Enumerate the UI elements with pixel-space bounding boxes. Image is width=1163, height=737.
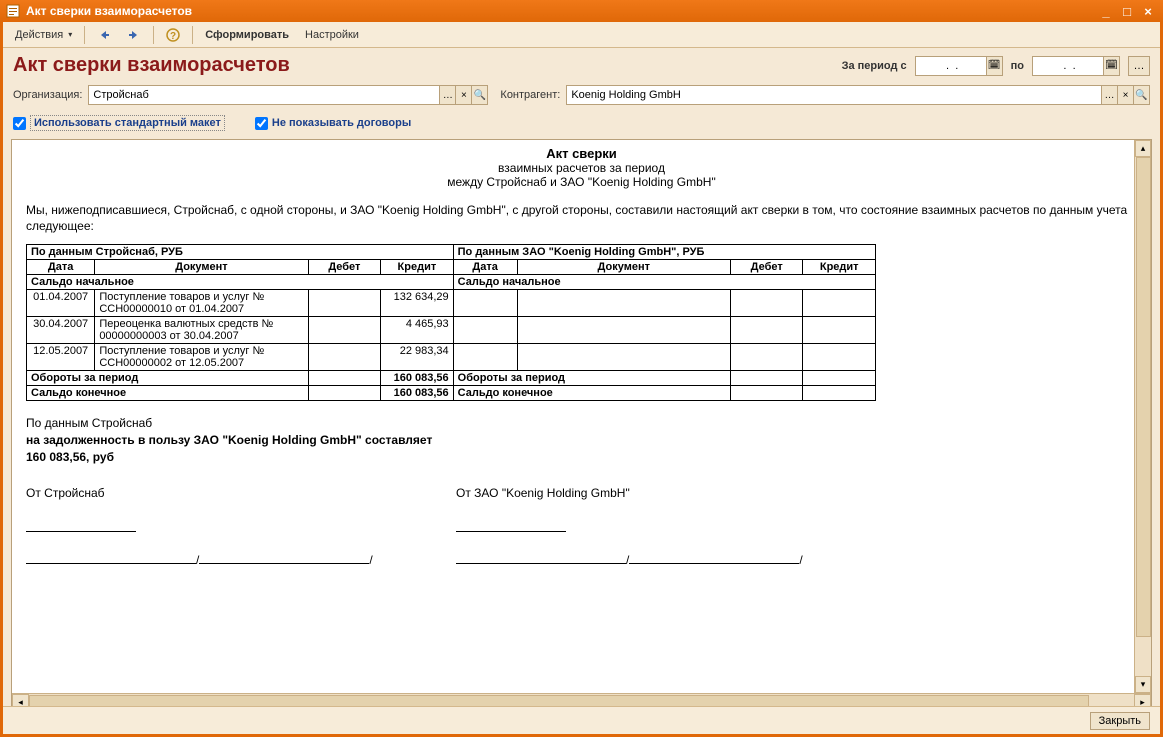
nav-forward-button[interactable] xyxy=(121,26,147,44)
doc-title: Акт сверки xyxy=(26,146,1137,161)
minimize-button[interactable]: _ xyxy=(1097,4,1115,19)
counterparty-field: … × 🔍 xyxy=(566,85,1150,105)
hide-contracts-checkbox[interactable]: Не показывать договоры xyxy=(255,117,411,130)
arrow-forward-icon xyxy=(127,28,141,42)
separator xyxy=(192,26,193,44)
col-debit-2: Дебет xyxy=(730,260,803,275)
turnover-2: Обороты за период xyxy=(453,371,730,386)
sign-name-line: // xyxy=(26,550,456,567)
scroll-up-icon[interactable]: ▴ xyxy=(1135,140,1151,157)
titlebar: Акт сверки взаиморасчетов _ □ × xyxy=(0,0,1163,22)
date-to-field: 🗓 xyxy=(1032,56,1120,76)
page-title: Акт сверки взаиморасчетов xyxy=(13,54,834,77)
org-field: … × 🔍 xyxy=(88,85,488,105)
period-from-label: За период с xyxy=(842,60,907,72)
footer: Закрыть xyxy=(3,706,1160,734)
signatures: От Стройснаб // От ЗАО "Koenig Holding G… xyxy=(26,486,1137,567)
more-button[interactable]: … xyxy=(1128,56,1150,76)
group-header-1: По данным Стройснаб, РУБ xyxy=(27,245,454,260)
counterparty-label: Контрагент: xyxy=(500,89,560,101)
org-label: Организация: xyxy=(13,89,82,101)
document-body[interactable]: Акт сверки взаимных расчетов за период м… xyxy=(12,140,1151,710)
window-title: Акт сверки взаиморасчетов xyxy=(26,4,192,18)
actions-menu[interactable]: Действия▾ xyxy=(9,27,78,43)
select-more-icon[interactable]: … xyxy=(1101,86,1117,104)
saldo-end-1: Сальдо конечное xyxy=(27,386,309,401)
post-text: По данным Стройснаб на задолженность в п… xyxy=(26,415,1137,465)
date-to-input[interactable] xyxy=(1033,57,1103,75)
select-more-icon[interactable]: … xyxy=(439,86,455,104)
hide-contracts-input[interactable] xyxy=(255,117,268,130)
period-to-label: по xyxy=(1011,60,1024,72)
help-button[interactable]: ? xyxy=(160,26,186,44)
col-date-1: Дата xyxy=(27,260,95,275)
reconciliation-table: По данным Стройснаб, РУБ По данным ЗАО "… xyxy=(26,244,876,401)
hide-contracts-label: Не показывать договоры xyxy=(272,117,411,129)
scroll-thumb[interactable] xyxy=(1136,157,1151,637)
saldo-end-2: Сальдо конечное xyxy=(453,386,730,401)
scroll-down-icon[interactable]: ▾ xyxy=(1135,676,1151,693)
date-from-field: 🗓 xyxy=(915,56,1003,76)
sign-line xyxy=(456,514,566,532)
close-window-button[interactable]: × xyxy=(1139,4,1157,19)
doc-subtitle-1: взаимных расчетов за период xyxy=(26,161,1137,175)
sign-from-2: От ЗАО "Koenig Holding GmbH" xyxy=(456,486,886,500)
separator xyxy=(153,26,154,44)
sign-line xyxy=(26,514,136,532)
col-doc-2: Документ xyxy=(517,260,730,275)
form-button[interactable]: Сформировать xyxy=(199,27,295,43)
org-input[interactable] xyxy=(89,86,439,104)
nav-back-button[interactable] xyxy=(91,26,117,44)
doc-intro: Мы, нижеподписавшиеся, Стройснаб, с одно… xyxy=(26,203,1137,234)
chevron-down-icon: ▾ xyxy=(68,30,72,39)
search-icon[interactable]: 🔍 xyxy=(471,86,487,104)
use-standard-input[interactable] xyxy=(13,117,26,130)
search-icon[interactable]: 🔍 xyxy=(1133,86,1149,104)
svg-text:?: ? xyxy=(170,31,176,42)
use-standard-checkbox[interactable]: Использовать стандартный макет xyxy=(13,115,225,131)
app-icon xyxy=(6,4,20,18)
counterparty-input[interactable] xyxy=(567,86,1101,104)
separator xyxy=(84,26,85,44)
doc-subtitle-2: между Стройснаб и ЗАО "Koenig Holding Gm… xyxy=(26,175,1137,189)
vertical-scrollbar[interactable]: ▴ ▾ xyxy=(1134,140,1151,693)
col-credit-1: Кредит xyxy=(381,260,454,275)
close-button[interactable]: Закрыть xyxy=(1090,712,1150,730)
calendar-icon[interactable]: 🗓 xyxy=(986,57,1002,75)
sign-from-1: От Стройснаб xyxy=(26,486,456,500)
toolbar: Действия▾ ? Сформировать Настройки xyxy=(3,22,1160,48)
help-icon: ? xyxy=(166,28,180,42)
col-debit-1: Дебет xyxy=(308,260,381,275)
date-from-input[interactable] xyxy=(916,57,986,75)
calendar-icon[interactable]: 🗓 xyxy=(1103,57,1119,75)
table-row: 30.04.2007 Переоценка валютных средств №… xyxy=(27,317,876,344)
col-date-2: Дата xyxy=(453,260,517,275)
clear-icon[interactable]: × xyxy=(455,86,471,104)
maximize-button[interactable]: □ xyxy=(1118,4,1136,19)
saldo-start-2: Сальдо начальное xyxy=(453,275,875,290)
col-credit-2: Кредит xyxy=(803,260,876,275)
clear-icon[interactable]: × xyxy=(1117,86,1133,104)
col-doc-1: Документ xyxy=(95,260,308,275)
arrow-back-icon xyxy=(97,28,111,42)
sign-name-line: // xyxy=(456,550,886,567)
group-header-2: По данным ЗАО "Koenig Holding GmbH", РУБ xyxy=(453,245,875,260)
table-row: 01.04.2007 Поступление товаров и услуг №… xyxy=(27,290,876,317)
document-viewport: Акт сверки взаимных расчетов за период м… xyxy=(11,139,1152,711)
saldo-start-1: Сальдо начальное xyxy=(27,275,454,290)
settings-button[interactable]: Настройки xyxy=(299,27,365,43)
use-standard-label: Использовать стандартный макет xyxy=(30,115,225,131)
turnover-1: Обороты за период xyxy=(27,371,309,386)
table-row: 12.05.2007 Поступление товаров и услуг №… xyxy=(27,344,876,371)
